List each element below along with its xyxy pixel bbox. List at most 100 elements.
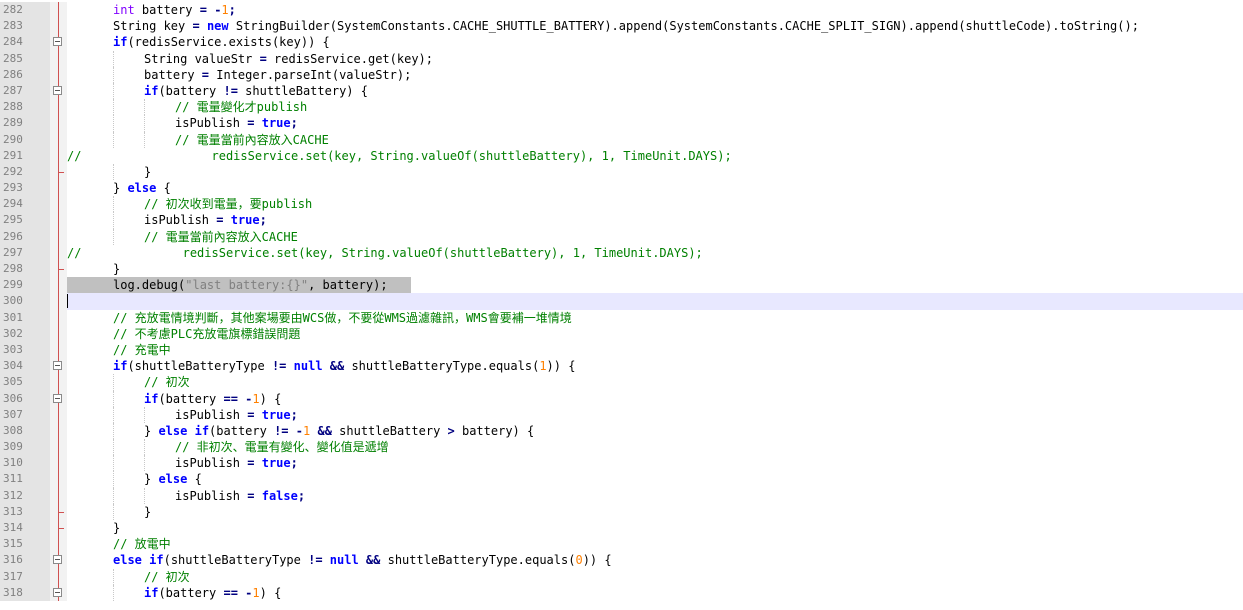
code-line[interactable]: 285 String valueStr = redisService.get(ke… bbox=[0, 50, 1243, 67]
code-token: { bbox=[187, 472, 202, 487]
code-line[interactable]: 297 // redisService.set(key, String.value… bbox=[0, 244, 1243, 261]
code-line[interactable]: 301 // 充放電情境判斷，其他案場要由WCS做，不要從WMS過濾雜訊，WMS會… bbox=[0, 309, 1243, 326]
code-line[interactable]: 316 else if(shuttleBatteryType != null &&… bbox=[0, 552, 1243, 569]
fold-margin bbox=[50, 439, 67, 456]
line-number: 288 bbox=[0, 99, 50, 116]
code-line[interactable]: 298} bbox=[0, 261, 1243, 278]
code-token: ) { bbox=[259, 391, 282, 406]
code-line[interactable]: 293} else { bbox=[0, 180, 1243, 197]
code-token: isPublish bbox=[175, 407, 248, 422]
code-text: String key = new StringBuilder(SystemCon… bbox=[67, 18, 1243, 34]
code-token: redisService.get(key); bbox=[266, 51, 433, 66]
code-token: ; bbox=[228, 3, 236, 17]
code-line[interactable]: 313} bbox=[0, 503, 1243, 520]
code-token: , battery); bbox=[308, 278, 388, 293]
fold-margin[interactable] bbox=[50, 358, 67, 375]
fold-collapse-icon[interactable] bbox=[53, 361, 62, 371]
fold-collapse-icon[interactable] bbox=[53, 587, 62, 597]
code-token: = bbox=[201, 67, 210, 82]
code-line[interactable]: 318 if(battery == -1) { bbox=[0, 584, 1243, 601]
fold-margin bbox=[50, 2, 67, 19]
code-editor[interactable]: 282 int battery = -1; 283 String key = new … bbox=[0, 0, 1243, 610]
code-text: isPublish = true; bbox=[67, 406, 1243, 423]
code-line[interactable]: 302 // 不考慮PLC充放電旗標錯誤問題 bbox=[0, 325, 1243, 342]
fold-margin bbox=[50, 455, 67, 472]
code-line[interactable]: 283 String key = new StringBuilder(System… bbox=[0, 18, 1243, 35]
code-token: != bbox=[274, 423, 289, 438]
code-line[interactable]: 289 isPublish = true; bbox=[0, 115, 1243, 132]
code-line[interactable]: 288 // 電量變化才publish bbox=[0, 99, 1243, 116]
code-line[interactable]: 296 // 電量當前內容放入CACHE bbox=[0, 228, 1243, 245]
code-line[interactable]: 315 // 放電中 bbox=[0, 536, 1243, 553]
code-line[interactable]: 317 // 初次 bbox=[0, 568, 1243, 585]
fold-margin[interactable] bbox=[50, 34, 67, 51]
fold-collapse-icon[interactable] bbox=[53, 37, 62, 47]
code-line[interactable]: 314} bbox=[0, 520, 1243, 537]
code-token: if bbox=[144, 585, 159, 600]
code-line[interactable]: 308} else if(battery != -1 && shuttleBat… bbox=[0, 422, 1243, 440]
fold-margin[interactable] bbox=[50, 584, 67, 601]
fold-collapse-icon[interactable] bbox=[53, 85, 62, 95]
code-line[interactable]: 309 // 非初次、電量有變化、變化值是遞增 bbox=[0, 439, 1243, 456]
code-line[interactable]: 295 isPublish = true; bbox=[0, 212, 1243, 229]
code-token: if bbox=[113, 35, 128, 50]
code-line[interactable]: 306 if(battery == -1) { bbox=[0, 390, 1243, 407]
code-token: // 電量變化才publish bbox=[175, 100, 308, 115]
code-line[interactable]: 303 // 充電中 bbox=[0, 341, 1243, 359]
code-token: false bbox=[261, 488, 298, 503]
code-line[interactable]: 300 bbox=[0, 293, 1243, 310]
code-line[interactable]: 307 isPublish = true; bbox=[0, 406, 1243, 423]
line-number: 284 bbox=[0, 34, 50, 51]
fold-margin bbox=[50, 228, 67, 245]
code-token: ; bbox=[290, 407, 298, 422]
code-line[interactable]: 282 int battery = -1; bbox=[0, 2, 1243, 19]
code-token: // 非初次、電量有變化、變化值是遞增 bbox=[175, 440, 389, 455]
line-number: 300 bbox=[0, 293, 50, 310]
code-line[interactable]: 294 // 初次收到電量，要publish bbox=[0, 196, 1243, 213]
code-line[interactable]: 304 if(shuttleBatteryType != null && shut… bbox=[0, 358, 1243, 375]
code-line[interactable]: 291 // redisService.set(key, String.value… bbox=[0, 147, 1243, 164]
code-token: // 初次 bbox=[144, 375, 190, 390]
code-token: shuttleBattery) { bbox=[237, 83, 368, 98]
code-token: String key bbox=[113, 19, 193, 34]
code-token: } bbox=[113, 521, 121, 535]
code-text: } else if(battery != -1 && shuttleBatter… bbox=[67, 422, 1243, 440]
code-token: else bbox=[113, 553, 142, 568]
code-line[interactable]: 284 if(redisService.exists(key)) { bbox=[0, 34, 1243, 51]
code-line[interactable]: 305 // 初次 bbox=[0, 374, 1243, 391]
line-number: 282 bbox=[0, 2, 50, 19]
fold-margin[interactable] bbox=[50, 390, 67, 407]
code-token: true bbox=[261, 116, 291, 131]
fold-margin bbox=[50, 18, 67, 35]
code-text: isPublish = true; bbox=[67, 212, 1243, 229]
code-text: // 電量當前內容放入CACHE bbox=[67, 131, 1243, 148]
code-token: = bbox=[192, 19, 200, 34]
code-token: != bbox=[223, 83, 238, 98]
fold-margin bbox=[50, 341, 67, 359]
code-line[interactable]: 310 isPublish = true; bbox=[0, 455, 1243, 472]
line-number: 311 bbox=[0, 471, 50, 488]
code-line[interactable]: 286 battery = Integer.parseInt(valueStr); bbox=[0, 66, 1243, 83]
code-text: // 充電中 bbox=[67, 342, 1243, 358]
fold-margin[interactable] bbox=[50, 552, 67, 569]
code-token: 1 bbox=[252, 391, 260, 406]
code-line[interactable]: 312 isPublish = false; bbox=[0, 487, 1243, 504]
fold-collapse-icon[interactable] bbox=[53, 393, 62, 403]
text-caret bbox=[67, 294, 68, 309]
code-line[interactable]: 299 log.debug("last battery:{}", battery)… bbox=[0, 277, 1243, 294]
code-token: == bbox=[223, 585, 238, 600]
code-token: ; bbox=[259, 213, 267, 228]
line-number: 289 bbox=[0, 115, 50, 132]
code-token: } bbox=[144, 472, 159, 487]
fold-margin bbox=[50, 325, 67, 342]
code-line[interactable]: 292} bbox=[0, 163, 1243, 181]
fold-collapse-icon[interactable] bbox=[53, 555, 62, 565]
code-token: else bbox=[158, 472, 188, 487]
code-line[interactable]: 311} else { bbox=[0, 471, 1243, 488]
code-line[interactable]: 287 if(battery != shuttleBattery) { bbox=[0, 82, 1243, 100]
fold-margin[interactable] bbox=[50, 82, 67, 100]
code-line[interactable]: 290 // 電量當前內容放入CACHE bbox=[0, 131, 1243, 148]
code-token: "last battery:{}" bbox=[185, 278, 309, 293]
